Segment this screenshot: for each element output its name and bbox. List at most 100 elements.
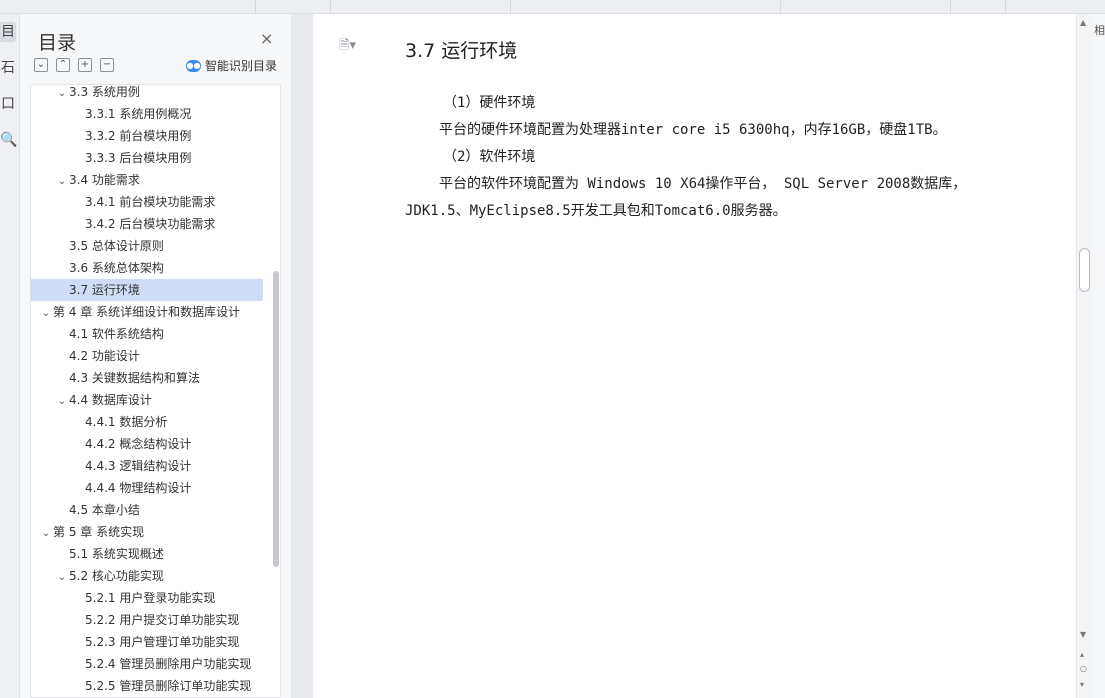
toc-item[interactable]: 4.2 功能设计 bbox=[31, 345, 263, 367]
toc-item[interactable]: 4.1 软件系统结构 bbox=[31, 323, 263, 345]
chevron-down-icon[interactable]: ⌄ bbox=[55, 391, 69, 411]
toc-item[interactable]: 3.6 系统总体架构 bbox=[31, 257, 263, 279]
document-scrollbar[interactable]: ▲ ▼ ▴ ○ ▾ bbox=[1076, 14, 1092, 698]
toc-item-label: 第 5 章 系统实现 bbox=[53, 525, 145, 539]
toc-item[interactable]: 3.3.1 系统用例概况 bbox=[31, 103, 263, 125]
prev-page-icon[interactable]: ▴ bbox=[1080, 650, 1084, 659]
toc-item[interactable]: 3.5 总体设计原则 bbox=[31, 235, 263, 257]
top-ruler bbox=[0, 0, 1105, 14]
page-select-icon[interactable]: ○ bbox=[1080, 664, 1087, 673]
toc-item-label: 3.6 系统总体架构 bbox=[69, 261, 164, 275]
collapse-all-button[interactable]: ⌃ bbox=[56, 58, 70, 72]
toc-item[interactable]: ⌄ 3.4 功能需求 bbox=[31, 169, 263, 191]
page-gutter bbox=[291, 14, 313, 698]
chevron-down-icon[interactable]: ⌄ bbox=[55, 85, 69, 103]
toc-item[interactable]: ⌄ 3.3 系统用例 bbox=[31, 85, 263, 103]
toc-item[interactable]: 5.2.3 用户管理订单功能实现 bbox=[31, 631, 263, 653]
right-panel-label: 相 bbox=[1094, 24, 1105, 37]
pages-view-icon[interactable]: 石 bbox=[0, 58, 16, 78]
chevron-down-icon[interactable]: ⌄ bbox=[39, 303, 53, 323]
toc-item[interactable]: ⌄ 5.2 核心功能实现 bbox=[31, 565, 263, 587]
next-page-icon[interactable]: ▾ bbox=[1080, 680, 1084, 689]
paragraph-software-title: （2）软件环境 bbox=[443, 149, 536, 165]
scroll-down-icon[interactable]: ▼ bbox=[1080, 630, 1086, 639]
toc-item-label: 3.4.1 前台模块功能需求 bbox=[85, 195, 216, 209]
toc-item-label: 4.2 功能设计 bbox=[69, 349, 140, 363]
toc-view-icon[interactable]: 目 bbox=[0, 22, 16, 42]
paragraph-software-body-cont: JDK1.5、MyEclipse8.5开发工具包和Tomcat6.0服务器。 bbox=[405, 203, 787, 219]
bookmark-view-icon[interactable]: 口 bbox=[0, 94, 16, 114]
toc-toolbar: ⌄ ⌃ + − bbox=[34, 58, 114, 72]
chevron-down-icon[interactable]: ⌄ bbox=[39, 523, 53, 543]
paragraph-software-body: 平台的软件环境配置为 Windows 10 X64操作平台， SQL Serve… bbox=[439, 176, 967, 192]
search-icon[interactable]: 🔍 bbox=[0, 130, 17, 150]
toc-item[interactable]: 4.5 本章小结 bbox=[31, 499, 263, 521]
scroll-up-icon[interactable]: ▲ bbox=[1080, 18, 1086, 27]
remove-heading-button[interactable]: − bbox=[100, 58, 114, 72]
document-page[interactable]: 🗎▾ 3.7 运行环境 （1）硬件环境 平台的硬件环境配置为处理器inter c… bbox=[313, 14, 1076, 698]
toc-item-label: 第 4 章 系统详细设计和数据库设计 bbox=[53, 305, 241, 319]
toc-item-label: 5.2.5 管理员删除订单功能实现 bbox=[85, 679, 252, 693]
expand-all-button[interactable]: ⌄ bbox=[34, 58, 48, 72]
toc-item-label: 4.4.2 概念结构设计 bbox=[85, 437, 192, 451]
toc-item[interactable]: 4.4.1 数据分析 bbox=[31, 411, 263, 433]
toc-item[interactable]: 4.4.2 概念结构设计 bbox=[31, 433, 263, 455]
toc-item[interactable]: 3.4.2 后台模块功能需求 bbox=[31, 213, 263, 235]
toc-item-label: 3.3.2 前台模块用例 bbox=[85, 129, 192, 143]
page-menu-icon[interactable]: 🗎▾ bbox=[339, 36, 356, 58]
right-panel-edge: 相 bbox=[1092, 14, 1105, 698]
toc-title: 目录 bbox=[38, 32, 77, 54]
toc-item[interactable]: ⌄ 第 4 章 系统详细设计和数据库设计 bbox=[31, 301, 263, 323]
add-heading-button[interactable]: + bbox=[78, 58, 92, 72]
toc-item-label: 4.1 软件系统结构 bbox=[69, 327, 164, 341]
toc-tree: 5.2.5 管理员删除订单功能实现 5.2.4 管理员删除用户功能实现 5.2.3 … bbox=[30, 84, 281, 698]
toc-item-label: 5.2.1 用户登录功能实现 bbox=[85, 591, 216, 605]
toc-item[interactable]: 3.3.2 前台模块用例 bbox=[31, 125, 263, 147]
toc-item-label: 3.3.3 后台模块用例 bbox=[85, 151, 192, 165]
toc-item[interactable]: 3.4.1 前台模块功能需求 bbox=[31, 191, 263, 213]
toc-item[interactable]: 3.7 运行环境 bbox=[31, 279, 263, 301]
toc-item-label: 4.4.1 数据分析 bbox=[85, 415, 168, 429]
chevron-down-icon[interactable]: ⌄ bbox=[55, 171, 69, 191]
toc-item-label: 3.7 运行环境 bbox=[69, 283, 140, 297]
smart-toc-button[interactable]: ●● 智能识别目录 bbox=[186, 57, 277, 74]
toc-panel: 目录 × ⌄ ⌃ + − ●● 智能识别目录 5.2.5 管理员删除订单功能实现… bbox=[20, 14, 291, 698]
toc-item-label: 5.1 系统实现概述 bbox=[69, 547, 164, 561]
toc-item-label: 5.2.2 用户提交订单功能实现 bbox=[85, 613, 240, 627]
smart-toc-label: 智能识别目录 bbox=[205, 59, 278, 73]
toc-item-label: 3.5 总体设计原则 bbox=[69, 239, 164, 253]
toc-item-label: 4.3 关键数据结构和算法 bbox=[69, 371, 200, 385]
toc-item[interactable]: 4.3 关键数据结构和算法 bbox=[31, 367, 263, 389]
section-heading: 3.7 运行环境 bbox=[405, 40, 518, 62]
scroll-thumb[interactable] bbox=[1079, 248, 1090, 292]
toc-item[interactable]: 5.2.1 用户登录功能实现 bbox=[31, 587, 263, 609]
toc-item[interactable]: 4.4.3 逻辑结构设计 bbox=[31, 455, 263, 477]
toc-item-label: 4.4 数据库设计 bbox=[69, 393, 152, 407]
toc-item[interactable]: 3.3.3 后台模块用例 bbox=[31, 147, 263, 169]
toc-item[interactable]: ⌄ 第 5 章 系统实现 bbox=[31, 521, 263, 543]
toc-item[interactable]: 5.1 系统实现概述 bbox=[31, 543, 263, 565]
toc-item[interactable]: 4.4.4 物理结构设计 bbox=[31, 477, 263, 499]
paragraph-hardware-title: （1）硬件环境 bbox=[443, 95, 536, 111]
toc-item-label: 4.4.4 物理结构设计 bbox=[85, 481, 192, 495]
toc-item-label: 3.3.1 系统用例概况 bbox=[85, 107, 192, 121]
toc-item[interactable]: 5.2.2 用户提交订单功能实现 bbox=[31, 609, 263, 631]
toc-item-label: 3.4.2 后台模块功能需求 bbox=[85, 217, 216, 231]
toc-item-label: 4.5 本章小结 bbox=[69, 503, 140, 517]
toc-item[interactable]: 5.2.5 管理员删除订单功能实现 bbox=[31, 675, 263, 697]
paragraph-hardware-body: 平台的硬件环境配置为处理器inter core i5 6300hq，内存16GB… bbox=[439, 122, 947, 138]
left-tool-rail: 目 石 口 🔍 bbox=[0, 14, 20, 698]
document-editor-window: 目 石 口 🔍 目录 × ⌄ ⌃ + − ●● 智能识别目录 5.2.5 管理员… bbox=[0, 0, 1105, 698]
close-icon[interactable]: × bbox=[260, 29, 273, 48]
toc-item[interactable]: 5.2.4 管理员删除用户功能实现 bbox=[31, 653, 263, 675]
chevron-down-icon[interactable]: ⌄ bbox=[55, 567, 69, 587]
toc-scrollbar[interactable] bbox=[273, 271, 279, 567]
toc-item-label: 5.2 核心功能实现 bbox=[69, 569, 164, 583]
toc-item-label: 4.4.3 逻辑结构设计 bbox=[85, 459, 192, 473]
toc-item-label: 5.2.4 管理员删除用户功能实现 bbox=[85, 657, 252, 671]
ai-icon: ●● bbox=[186, 59, 201, 72]
toc-item-label: 5.2.3 用户管理订单功能实现 bbox=[85, 635, 240, 649]
toc-item[interactable]: ⌄ 4.4 数据库设计 bbox=[31, 389, 263, 411]
toc-item-label: 3.4 功能需求 bbox=[69, 173, 140, 187]
toc-item-label: 3.3 系统用例 bbox=[69, 85, 140, 99]
